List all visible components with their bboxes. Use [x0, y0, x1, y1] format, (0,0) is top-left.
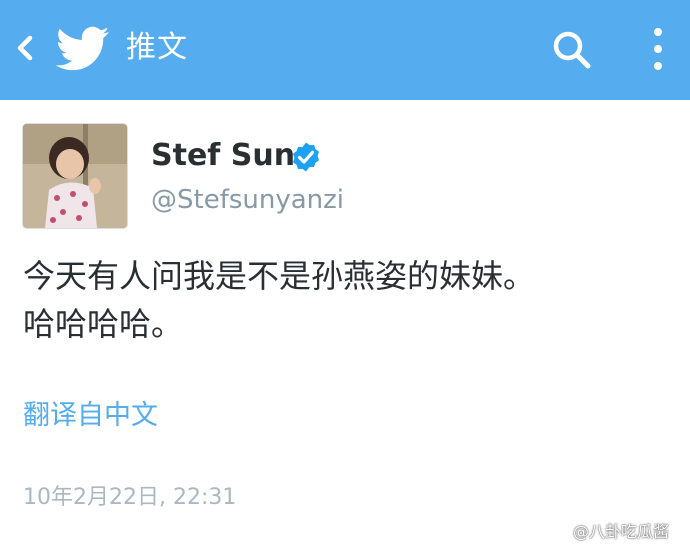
translate-link[interactable]: 翻译自中文 — [23, 396, 158, 436]
avatar[interactable] — [23, 124, 127, 228]
display-name[interactable]: Stef Sun — [151, 136, 295, 176]
more-vertical-icon[interactable] — [640, 24, 676, 74]
tweet-text-line: 哈哈哈哈。 — [23, 305, 184, 343]
watermark-text: @八卦吃瓜酱 — [573, 522, 670, 541]
tweet-text-line: 今天有人问我是不是孙燕姿的妹妹。 — [23, 257, 536, 295]
user-handle[interactable]: @Stefsunyanzi — [151, 182, 344, 218]
verified-badge-icon — [293, 142, 319, 172]
watermark: @八卦吃瓜酱 — [548, 516, 669, 544]
page-title: 推文 — [126, 30, 188, 65]
avatar-photo — [23, 124, 127, 228]
tweet-text: 今天有人问我是不是孙燕姿的妹妹。 哈哈哈哈。 — [23, 252, 673, 348]
tweet-timestamp: 10年2月22日, 22:31 — [23, 485, 237, 510]
weibo-logo-icon — [548, 522, 569, 539]
twitter-bird-icon[interactable] — [56, 26, 110, 72]
top-app-bar: 推文 — [0, 0, 690, 100]
search-icon[interactable] — [548, 26, 596, 74]
chevron-left-icon[interactable] — [8, 30, 44, 66]
